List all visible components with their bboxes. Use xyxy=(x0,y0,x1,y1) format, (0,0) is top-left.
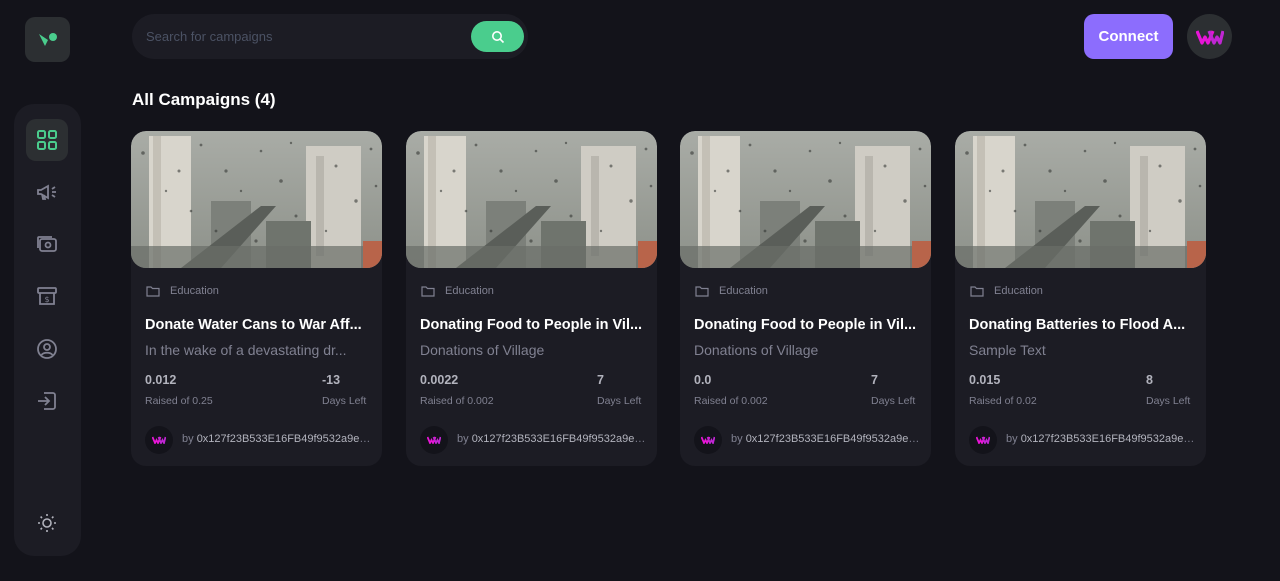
category-label: Education xyxy=(170,285,219,297)
category-row: Education xyxy=(970,285,1043,297)
logout-icon xyxy=(38,392,56,410)
folder-icon xyxy=(146,286,160,297)
search-icon xyxy=(491,30,504,43)
owner-avatar xyxy=(694,426,722,454)
folder-icon xyxy=(421,286,435,297)
campaign-title: Donating Batteries to Flood A... xyxy=(969,317,1186,333)
campaign-image xyxy=(131,131,382,268)
raised-label: Raised of 0.002 xyxy=(420,395,494,407)
campaign-description: Donations of Village xyxy=(420,342,545,358)
raised-label: Raised of 0.25 xyxy=(145,395,213,407)
sidebar-item-profile[interactable] xyxy=(26,328,68,370)
days-left-label: Days Left xyxy=(1146,395,1191,407)
folder-icon xyxy=(695,286,709,297)
campaign-description: In the wake of a devastating dr... xyxy=(145,342,347,358)
campaign-title: Donating Food to People in Vil... xyxy=(420,317,643,333)
search-button[interactable] xyxy=(471,21,524,52)
days-left-value: 8 xyxy=(1146,373,1153,387)
raised-label: Raised of 0.002 xyxy=(694,395,768,407)
brand-logo-icon xyxy=(976,436,990,444)
campaign-description: Sample Text xyxy=(969,342,1046,358)
brand-logo-icon xyxy=(1195,29,1224,45)
section-title: All Campaigns (4) xyxy=(132,90,276,109)
brand-logo-icon xyxy=(152,436,166,444)
owner-avatar xyxy=(969,426,997,454)
owner-address: by 0x127f23B533E16FB49f9532a9e0... xyxy=(1006,433,1198,445)
owner-address: by 0x127f23B533E16FB49f9532a9e0... xyxy=(182,433,374,445)
category-row: Education xyxy=(421,285,494,297)
brand-logo-icon xyxy=(701,436,715,444)
svg-text:$: $ xyxy=(44,295,49,304)
app-logo[interactable] xyxy=(25,17,70,62)
category-label: Education xyxy=(719,285,768,297)
category-row: Education xyxy=(146,285,219,297)
days-left-value: 7 xyxy=(871,373,878,387)
category-row: Education xyxy=(695,285,768,297)
sidebar-item-payment[interactable] xyxy=(26,223,68,265)
sidebar-item-withdraw[interactable]: $ xyxy=(26,275,68,317)
sidebar-item-logout[interactable] xyxy=(26,380,68,422)
owner-avatar xyxy=(420,426,448,454)
campaign-image xyxy=(955,131,1206,268)
campaign-card[interactable]: Education Donating Food to People in Vil… xyxy=(680,131,931,466)
days-left-label: Days Left xyxy=(597,395,642,407)
payment-icon xyxy=(37,236,57,252)
grid-icon xyxy=(37,130,57,150)
search-input[interactable] xyxy=(146,14,466,59)
megaphone-icon xyxy=(37,184,56,200)
sidebar-item-campaign[interactable] xyxy=(26,171,68,213)
amount-raised: 0.015 xyxy=(969,373,1001,387)
folder-icon xyxy=(970,286,984,297)
campaign-title: Donate Water Cans to War Aff... xyxy=(145,317,362,333)
owner-address: by 0x127f23B533E16FB49f9532a9e0... xyxy=(731,433,923,445)
user-icon xyxy=(37,339,57,359)
sidebar-item-dashboard[interactable] xyxy=(26,119,68,161)
category-label: Education xyxy=(994,285,1043,297)
amount-raised: 0.0 xyxy=(694,373,712,387)
campaign-title: Donating Food to People in Vil... xyxy=(694,317,917,333)
connect-button[interactable]: Connect xyxy=(1084,14,1173,59)
raised-label: Raised of 0.02 xyxy=(969,395,1037,407)
owner-avatar xyxy=(145,426,173,454)
theme-toggle[interactable] xyxy=(26,502,68,544)
campaign-image xyxy=(406,131,657,268)
amount-raised: 0.0022 xyxy=(420,373,459,387)
amount-raised: 0.012 xyxy=(145,373,177,387)
sun-icon xyxy=(38,514,56,532)
withdraw-icon: $ xyxy=(37,287,57,305)
campaign-card[interactable]: Education Donating Food to People in Vil… xyxy=(406,131,657,466)
brand-logo-icon xyxy=(427,436,441,444)
days-left-value: -13 xyxy=(322,373,341,387)
campaign-card[interactable]: Education Donate Water Cans to War Aff..… xyxy=(131,131,382,466)
logo-icon xyxy=(38,32,57,46)
category-label: Education xyxy=(445,285,494,297)
days-left-label: Days Left xyxy=(322,395,367,407)
days-left-label: Days Left xyxy=(871,395,916,407)
campaign-card[interactable]: Education Donating Batteries to Flood A.… xyxy=(955,131,1206,466)
sidebar: $ xyxy=(14,104,81,556)
profile-avatar[interactable] xyxy=(1187,14,1232,59)
owner-address: by 0x127f23B533E16FB49f9532a9e0... xyxy=(457,433,649,445)
days-left-value: 7 xyxy=(597,373,604,387)
campaign-image xyxy=(680,131,931,268)
search-bar xyxy=(132,14,528,59)
campaign-description: Donations of Village xyxy=(694,342,819,358)
